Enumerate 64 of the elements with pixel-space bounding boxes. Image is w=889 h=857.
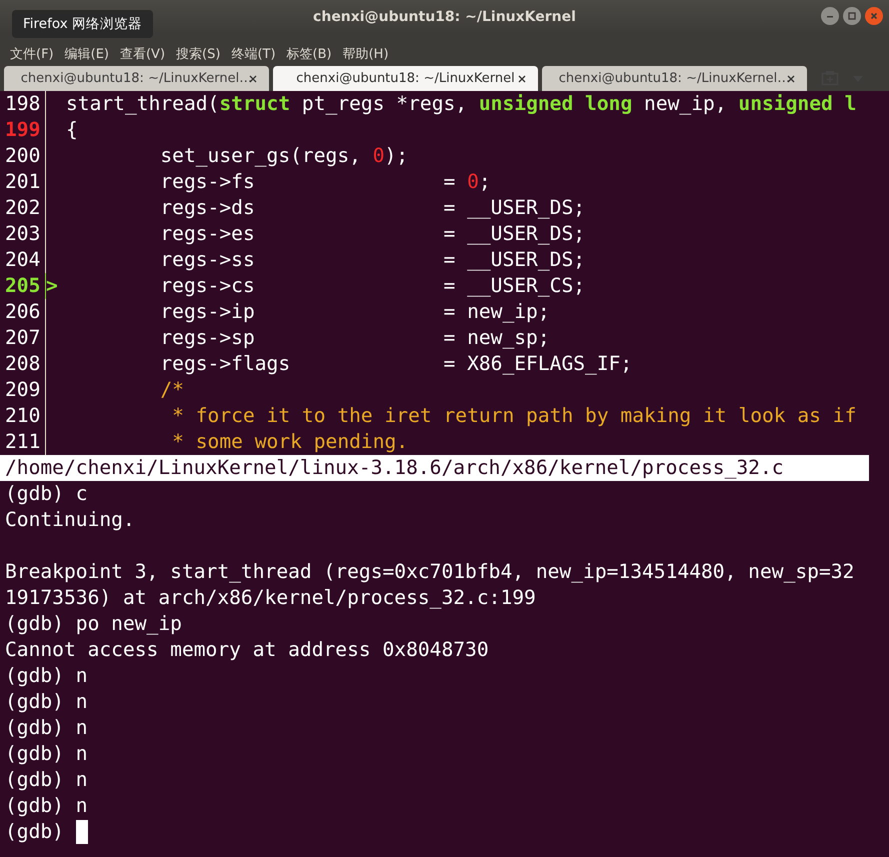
- line-number: 210: [4, 403, 41, 429]
- code-line: regs->ds = __USER_DS;: [159, 195, 586, 221]
- line-number: 211: [4, 429, 41, 455]
- menu-item[interactable]: 终端(T): [231, 45, 276, 63]
- code-line: regs->fs = 0;: [159, 169, 491, 195]
- menu-item[interactable]: 标签(B): [286, 45, 332, 63]
- line-number: 199: [4, 117, 41, 143]
- console-line: Breakpoint 3, start_thread (regs=0xc701bfb4, new_ip=134514480, new_sp=32: [5, 559, 856, 585]
- line-number: 202: [4, 195, 41, 221]
- code-line: regs->es = __USER_DS;: [159, 221, 586, 247]
- console-line: (gdb) n: [5, 767, 89, 793]
- line-number: 208: [4, 351, 41, 377]
- code-line: * some work pending.: [171, 429, 408, 455]
- menu-item[interactable]: 搜索(S): [176, 45, 220, 63]
- minimize-button[interactable]: [821, 7, 839, 25]
- current-line-marker: >: [46, 273, 59, 299]
- line-number: 209: [4, 377, 41, 403]
- text-cursor: [76, 820, 88, 844]
- line-number: 203: [4, 221, 41, 247]
- window-title: chenxi@ubuntu18: ~/LinuxKernel: [313, 9, 576, 25]
- source-file-path: /home/chenxi/LinuxKernel/linux-3.18.6/arch/x86/kernel/process_32.c: [0, 455, 869, 481]
- code-line: regs->cs = __USER_CS;: [159, 273, 586, 299]
- console-line: (gdb) c: [5, 481, 89, 507]
- line-number: 204: [4, 247, 41, 273]
- console-line: (gdb) n: [5, 663, 89, 689]
- code-line: regs->flags = X86_EFLAGS_IF;: [159, 351, 632, 377]
- line-number: 198: [4, 91, 41, 117]
- console-line: (gdb) n: [5, 793, 89, 819]
- close-icon: [869, 11, 879, 21]
- code-line: * force it to the iret return path by making it look as if: [171, 403, 856, 429]
- maximize-icon: [847, 11, 857, 21]
- console-line: 19173536) at arch/x86/kernel/process_32.c:199: [5, 585, 537, 611]
- line-number: 206: [4, 299, 41, 325]
- code-line: set_user_gs(regs, 0);: [159, 143, 408, 169]
- code-line: {: [66, 117, 78, 143]
- code-line: regs->sp = new_sp;: [159, 325, 550, 351]
- console-line: (gdb) n: [5, 689, 89, 715]
- code-line: /*: [159, 377, 184, 403]
- tab[interactable]: chenxi@ubuntu18: ~/LinuxKernel…: [542, 66, 807, 91]
- menu-item[interactable]: 文件(F): [10, 45, 54, 63]
- menu-item[interactable]: 帮助(H): [342, 45, 389, 63]
- code-line: start_thread(struct pt_regs *regs, unsigned long new_ip, unsigned l: [66, 91, 856, 117]
- code-line: regs->ip = new_ip;: [159, 299, 550, 325]
- menu-item[interactable]: 编辑(E): [64, 45, 109, 63]
- console-line: (gdb) n: [5, 741, 89, 767]
- code-line: regs->ss = __USER_DS;: [159, 247, 586, 273]
- line-number: 205: [4, 273, 41, 299]
- close-button[interactable]: [865, 7, 883, 25]
- line-number: 201: [4, 169, 41, 195]
- close-icon[interactable]: [787, 75, 795, 83]
- close-icon[interactable]: [249, 75, 257, 83]
- tab[interactable]: chenxi@ubuntu18: ~/LinuxKernel: [273, 66, 538, 91]
- tab[interactable]: chenxi@ubuntu18: ~/LinuxKernel…: [4, 66, 269, 91]
- console-line: (gdb) n: [5, 715, 89, 741]
- close-icon[interactable]: [518, 75, 526, 83]
- console-line: (gdb) po new_ip: [5, 611, 183, 637]
- maximize-button[interactable]: [843, 7, 861, 25]
- tooltip: Firefox 网络浏览器: [12, 10, 153, 38]
- gdb-prompt: (gdb): [5, 819, 65, 845]
- console-line: Cannot access memory at address 0x8048730: [5, 637, 490, 663]
- console-line: Continuing.: [5, 507, 136, 533]
- line-number: 207: [4, 325, 41, 351]
- line-number: 200: [4, 143, 41, 169]
- menu-item[interactable]: 查看(V): [120, 45, 166, 63]
